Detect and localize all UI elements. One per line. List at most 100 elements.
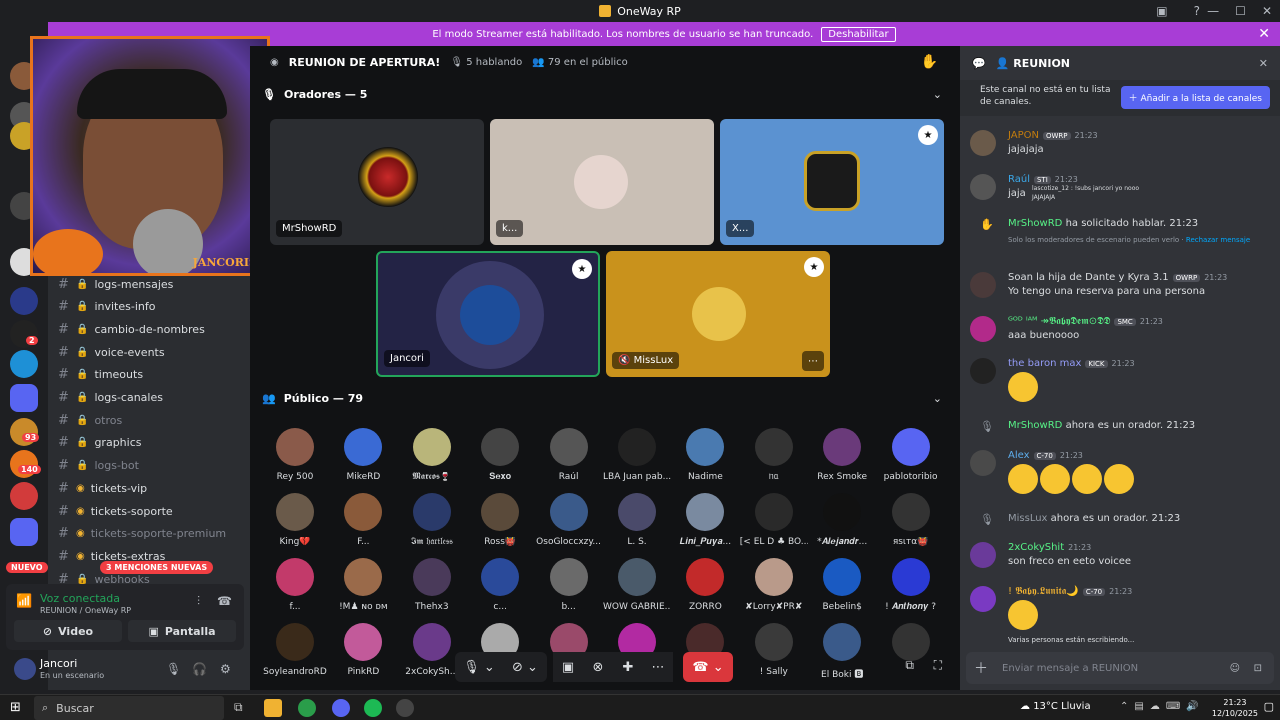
server-icon[interactable] <box>10 482 38 510</box>
audience-member[interactable]: WOW GABRIE... <box>603 558 671 612</box>
inbox-icon[interactable]: ▣ <box>1156 4 1167 18</box>
message-author[interactable]: ᴳᴼᴰ ᴵᴬᴹ ↠𝕭𝖆𝖇𝖞𝕯𝖊𝖒⊙𝕯𝕯 <box>1008 316 1110 327</box>
message-author[interactable]: JAPON <box>1008 130 1039 141</box>
audience-member[interactable]: ! Sally <box>740 623 808 677</box>
audience-member[interactable]: 𝑳𝒊𝒏𝒊_𝑷𝒖𝒚𝒂... <box>671 493 739 547</box>
share-screen-icon[interactable]: ▣ <box>553 652 583 682</box>
tray-icons[interactable]: ⌃▤☁⌨🔊 <box>1120 701 1205 712</box>
audience-member[interactable]: ZORRO <box>671 558 739 612</box>
audience-member[interactable]: Thehx3 <box>398 558 466 612</box>
noise-icon[interactable]: ⫶ <box>197 594 200 609</box>
speaker-tile[interactable]: ★ X... <box>720 119 944 245</box>
audience-member[interactable]: ✘Lorry✘PR✘ <box>740 558 808 612</box>
taskbar-search[interactable]: ⌕ Buscar <box>34 696 224 720</box>
message-author[interactable]: 2xCokyShit <box>1008 542 1064 553</box>
voice-status[interactable]: Voz conectada <box>40 592 120 605</box>
chevron-down-icon[interactable]: ⌄ <box>933 88 942 101</box>
channel-item[interactable]: # 🔒 logs-mensajes <box>58 274 248 294</box>
settings-gear-icon[interactable]: ⚙ <box>220 662 231 676</box>
audience-member[interactable]: MikeRD <box>329 428 397 482</box>
message-author[interactable]: Soan la hija de Dante y Kyra 3.1 <box>1008 272 1169 283</box>
audience-member[interactable]: King💔 <box>261 493 329 547</box>
channel-item[interactable]: # 🔒 timeouts <box>58 365 248 385</box>
channel-item[interactable]: # 🔒 voice-events <box>58 342 248 362</box>
notifications-icon[interactable]: ▢ <box>1264 700 1274 713</box>
more-icon[interactable]: ⋯ <box>643 652 673 682</box>
audience-member[interactable]: ᥒᥲ <box>740 428 808 482</box>
server-icon[interactable] <box>10 350 38 378</box>
folder-icon[interactable] <box>10 518 38 546</box>
windows-start-icon[interactable]: ⊞ <box>10 700 21 715</box>
disable-streamer-button[interactable]: Deshabilitar <box>821 26 896 42</box>
close-chat-icon[interactable]: ✕ <box>1259 57 1268 70</box>
audience-member[interactable]: Rey 500 <box>261 428 329 482</box>
invite-speaker-icon[interactable]: ✚ <box>613 652 643 682</box>
audience-member[interactable]: Bebelin$ <box>808 558 876 612</box>
chat-input[interactable]: ＋ Enviar mensaje a REUNION ☺ ⊡ <box>966 652 1274 684</box>
username[interactable]: Jancori <box>40 657 77 670</box>
obs-icon[interactable] <box>396 699 414 717</box>
audience-member[interactable]: SoyleandroRD <box>261 623 329 677</box>
clock[interactable]: 21:23 12/10/2025 <box>1212 697 1258 719</box>
speaker-tile[interactable]: MrShowRD <box>270 119 484 245</box>
video-button[interactable]: ⊘ Video <box>14 620 122 642</box>
headphones-icon[interactable]: 🎧 <box>192 662 207 676</box>
mute-stage-icon[interactable]: ⊗ <box>583 652 613 682</box>
close-button[interactable]: ✕ <box>1262 4 1272 18</box>
channel-item[interactable]: # ◉ tickets-soporte <box>58 501 248 521</box>
speaker-tile[interactable]: ★ Jancori <box>376 251 600 377</box>
message-author[interactable]: the baron max <box>1008 358 1081 369</box>
more-options-icon[interactable]: ⋯ <box>802 351 824 371</box>
audience-member[interactable]: Ross👹 <box>466 493 534 547</box>
audience-member[interactable]: c... <box>466 558 534 612</box>
chrome-icon[interactable] <box>298 699 316 717</box>
audience-member[interactable]: Nadime <box>671 428 739 482</box>
maximize-button[interactable]: ☐ <box>1235 4 1246 18</box>
server-icon[interactable] <box>10 287 38 315</box>
audience-member[interactable]: !M♟ ɴᴏ ᴅᴍ <box>329 558 397 612</box>
audience-member[interactable]: OsoGloccxzy... <box>535 493 603 547</box>
minimize-button[interactable]: — <box>1207 4 1219 18</box>
discord-icon[interactable] <box>332 699 350 717</box>
avatar[interactable] <box>14 658 36 680</box>
plus-icon[interactable]: ＋ <box>966 658 996 678</box>
screen-share-button[interactable]: ▣ Pantalla <box>128 620 236 642</box>
reject-link[interactable]: Rechazar mensaje <box>1186 236 1250 244</box>
channel-item[interactable]: # 🔒 invites-info <box>58 297 248 317</box>
spotify-icon[interactable] <box>364 699 382 717</box>
public-section-header[interactable]: 👥 Público — 79 <box>262 392 363 405</box>
add-channel-button[interactable]: ＋ Añadir a la lista de canales <box>1120 86 1270 109</box>
channel-item[interactable]: # 🔒 logs-canales <box>58 388 248 408</box>
speakers-section-header[interactable]: 🎙 Oradores — 5 <box>262 88 367 101</box>
speaker-tile[interactable]: ★ 🔇 MissLux ⋯ <box>606 251 830 377</box>
channel-item[interactable]: # 🔒 logs-bot <box>58 456 248 476</box>
banner-close-icon[interactable]: ✕ <box>1258 26 1270 42</box>
audience-member[interactable]: 𝕴𝖒 𝔥𝔞𝔯𝔱𝔩𝔢𝔰𝔰 <box>398 493 466 547</box>
help-icon[interactable]: ? <box>1194 4 1200 18</box>
audience-member[interactable]: Rex Smoke <box>808 428 876 482</box>
task-view-icon[interactable]: ⧉ <box>234 700 243 715</box>
channel-item[interactable]: # ◉ tickets-vip <box>58 478 248 498</box>
channel-item[interactable]: # 🔒 cambio-de-nombres <box>58 319 248 339</box>
microphone-button[interactable]: 🎙 ⌄ <box>455 652 503 682</box>
leave-stage-button[interactable]: ☎ ⌄ <box>683 652 733 682</box>
audience-member[interactable]: El Boki 🅱 <box>808 623 876 680</box>
audience-member[interactable]: ! 𝑨𝒏𝒕𝒉𝒐𝒏𝒚 ? <box>877 558 945 612</box>
audience-member[interactable]: LBA Juan pab... <box>603 428 671 482</box>
audience-member[interactable]: *𝑨𝒍𝒆𝒋𝒂𝒏𝒅𝒓... <box>808 493 876 547</box>
message-author[interactable]: ! 𝕭𝖆𝖇𝖞.𝕷𝖚𝖓𝖎𝖙𝖆🌙 <box>1008 586 1079 597</box>
fullscreen-icon[interactable]: ⛶ <box>934 658 942 673</box>
audience-member[interactable]: 𝕸𝖆𝖗𝖈𝖔𝖘🍷 <box>398 428 466 482</box>
gamepad-icon[interactable]: ⊡ <box>1254 663 1262 674</box>
audience-member[interactable]: F... <box>329 493 397 547</box>
disconnect-icon[interactable]: ☎ <box>217 594 232 608</box>
audience-member[interactable]: [< EL D ♣ BO... <box>740 493 808 547</box>
popout-icon[interactable]: ⧉ <box>905 658 914 673</box>
new-mentions-badge[interactable]: 3 MENCIONES NUEVAS <box>100 561 214 574</box>
chevron-down-icon[interactable]: ⌄ <box>933 392 942 405</box>
file-explorer-icon[interactable] <box>264 699 282 717</box>
channel-item[interactable]: # 🔒 graphics <box>58 433 248 453</box>
channel-item[interactable]: # ◉ tickets-soporte-premium <box>58 524 248 544</box>
new-badge[interactable]: NUEVO <box>6 562 48 573</box>
audience-member[interactable]: 𝐒𝐞𝐱𝐨 <box>466 428 534 482</box>
